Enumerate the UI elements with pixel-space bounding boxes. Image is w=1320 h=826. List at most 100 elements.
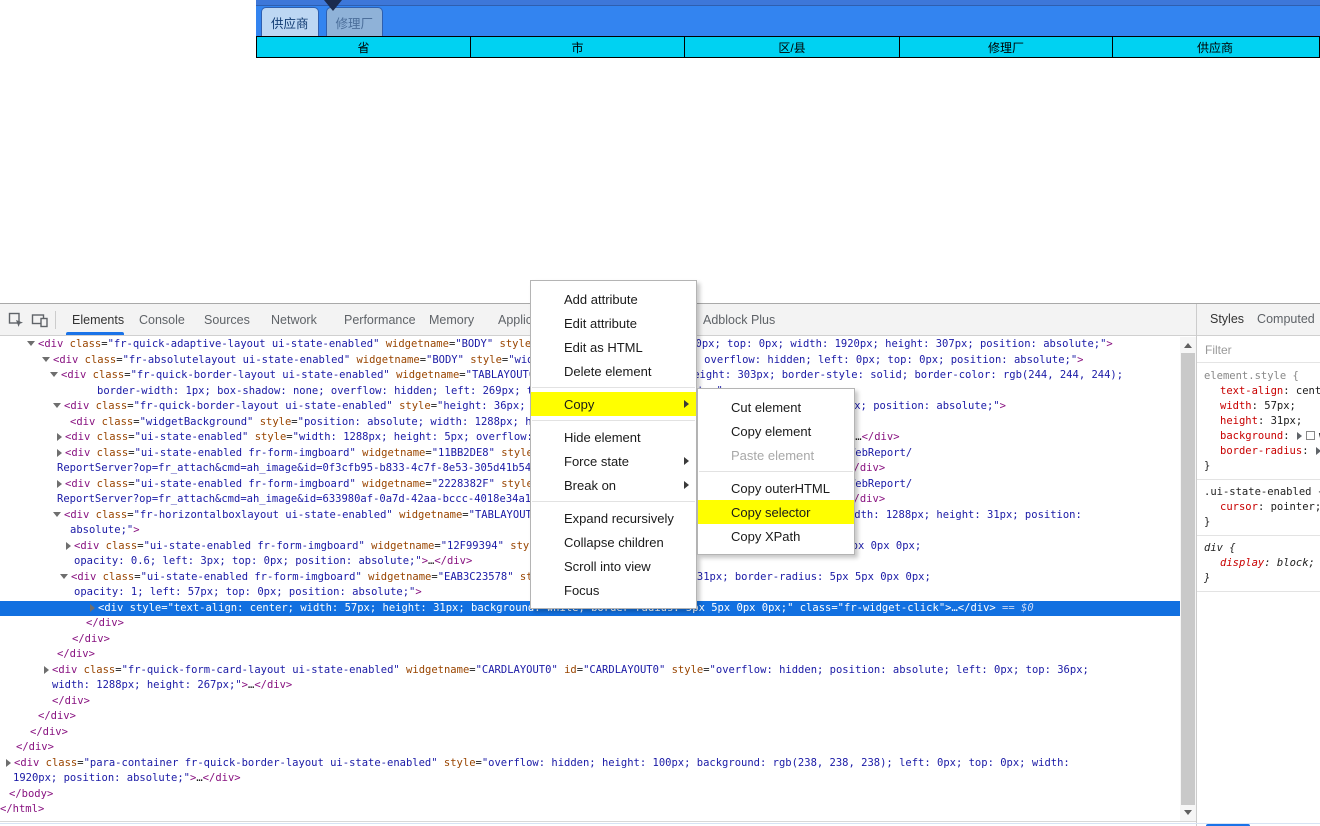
context-menu-item-force-state[interactable]: Force state xyxy=(531,449,696,473)
code-row[interactable]: <div class="fr-quick-form-card-layout ui… xyxy=(0,663,1180,679)
code-row[interactable]: </div> xyxy=(0,632,1180,648)
band-divider xyxy=(256,5,1320,6)
style-rule-close: } xyxy=(1204,460,1211,472)
pointer-marker-icon xyxy=(324,0,342,11)
scrollbar-thumb[interactable] xyxy=(1181,353,1195,805)
copy-submenu-item-copy-outerhtml[interactable]: Copy outerHTML xyxy=(698,476,854,500)
sidebar-tab-computed[interactable]: Computed xyxy=(1257,304,1315,335)
copy-submenu-item-copy-element[interactable]: Copy element xyxy=(698,419,854,443)
window-bottom-edge xyxy=(0,823,1320,824)
code-row[interactable]: 1920px; position: absolute;">…</div> xyxy=(0,771,1180,787)
table-header-row: 省市区/县 修理厂 供应商 xyxy=(256,36,1320,58)
collapse-arrow-icon[interactable] xyxy=(53,403,61,408)
submenu-arrow-icon xyxy=(684,481,689,489)
style-property[interactable]: cursor: pointer; xyxy=(1204,500,1320,515)
expand-shorthand-icon[interactable] xyxy=(1296,432,1302,440)
context-menu-item-edit-attribute[interactable]: Edit attribute xyxy=(531,311,696,335)
collapse-arrow-icon[interactable] xyxy=(60,573,68,579)
page-tab-supplier[interactable]: 供应商 xyxy=(261,7,319,36)
table-header-cell: 供应商 xyxy=(1196,40,1233,55)
menu-separator xyxy=(532,501,695,502)
style-property[interactable]: width: 57px; xyxy=(1204,399,1320,414)
elements-bottom-border xyxy=(0,821,1196,822)
elements-scrollbar[interactable] xyxy=(1180,337,1196,821)
style-rule-selector: div { xyxy=(1204,542,1236,554)
devtools-tab-network[interactable]: Network xyxy=(271,304,317,335)
collapse-arrow-icon[interactable] xyxy=(50,372,58,377)
scroll-up-icon[interactable] xyxy=(1184,343,1192,348)
styles-filter-input[interactable]: Filter xyxy=(1197,337,1320,363)
sidebar-tab-styles[interactable]: Styles xyxy=(1210,304,1244,335)
collapse-arrow-icon[interactable] xyxy=(53,511,61,517)
code-row[interactable]: </div> xyxy=(0,616,1180,632)
code-row[interactable]: </div> xyxy=(0,740,1180,756)
submenu-arrow-icon xyxy=(684,457,689,465)
style-property[interactable]: border-radius: 5px 5px 0px 0px; xyxy=(1204,444,1320,459)
selected-node-marker: == $0 xyxy=(995,601,1034,614)
table-header-cell: 省 xyxy=(257,37,471,57)
context-menu-item-expand-recursively[interactable]: Expand recursively xyxy=(531,506,696,530)
page-tabs: 供应商 修理厂 xyxy=(261,7,384,36)
context-menu-item-focus[interactable]: Focus xyxy=(531,578,696,602)
copy-submenu-item-cut-element[interactable]: Cut element xyxy=(698,395,854,419)
menu-separator xyxy=(532,387,695,388)
context-menu-item-edit-as-html[interactable]: Edit as HTML xyxy=(531,335,696,359)
menu-separator xyxy=(699,471,853,472)
style-property[interactable]: text-align: center; xyxy=(1204,384,1320,399)
expand-arrow-icon[interactable] xyxy=(66,541,71,550)
devtools-tab-console[interactable]: Console xyxy=(139,304,185,335)
table-header-cell: 市 xyxy=(471,37,685,57)
styles-sidebar: Styles Computed Filter element.style {tex… xyxy=(1196,304,1320,826)
active-tab-underline xyxy=(66,332,124,335)
style-rule-close: } xyxy=(1204,572,1211,584)
code-row[interactable]: </html> xyxy=(0,802,1180,818)
expand-arrow-icon[interactable] xyxy=(90,603,95,612)
devtools-tab-sources[interactable]: Sources xyxy=(204,304,250,335)
code-row[interactable]: </div> xyxy=(0,694,1180,710)
code-row[interactable]: width: 1288px; height: 267px;">…</div> xyxy=(0,678,1180,694)
page-content: 供应商 修理厂 省市区/县 修理厂 供应商 xyxy=(0,0,1320,303)
context-menu-item-hide-element[interactable]: Hide element xyxy=(531,425,696,449)
context-menu-item-copy[interactable]: Copy xyxy=(531,392,696,416)
copy-submenu-item-copy-xpath[interactable]: Copy XPath xyxy=(698,524,854,548)
style-property[interactable]: display: block; xyxy=(1204,556,1320,571)
code-row[interactable]: </div> xyxy=(0,709,1180,725)
expand-arrow-icon[interactable] xyxy=(57,433,62,441)
expand-arrow-icon[interactable] xyxy=(57,479,62,488)
screen: { "page": { "tabs": [ {"label": "供应商", "… xyxy=(0,0,1320,826)
expand-arrow-icon[interactable] xyxy=(44,665,49,674)
code-row[interactable]: <div class="para-container fr-quick-bord… xyxy=(0,756,1180,772)
context-menu-item-delete-element[interactable]: Delete element xyxy=(531,359,696,383)
context-menu: Add attribute Edit attribute Edit as HTML D… xyxy=(530,280,697,609)
code-row[interactable]: </div> xyxy=(0,725,1180,741)
code-row[interactable]: </body> xyxy=(0,787,1180,803)
styles-sections: element.style {text-align: center;width:… xyxy=(1197,364,1320,826)
copy-submenu-item-paste-element: Paste element xyxy=(731,447,815,463)
expand-shorthand-icon[interactable] xyxy=(1315,447,1320,455)
expand-arrow-icon[interactable] xyxy=(57,448,62,457)
style-rule: element.style {text-align: center;width:… xyxy=(1197,364,1320,480)
devtools-tab-adblock-plus[interactable]: Adblock Plus xyxy=(703,304,775,335)
context-menu-item-add-attribute[interactable]: Add attribute xyxy=(531,287,696,311)
collapse-arrow-icon[interactable] xyxy=(27,341,35,346)
copy-submenu-item-copy-selector[interactable]: Copy selector xyxy=(698,500,854,524)
style-rule-close: } xyxy=(1204,516,1211,528)
style-property[interactable]: background: white; xyxy=(1204,429,1320,444)
page-tab-repair-shop[interactable]: 修理厂 xyxy=(325,7,384,36)
devtools-tab-memory[interactable]: Memory xyxy=(429,304,474,335)
report-tab-band: 供应商 修理厂 xyxy=(256,0,1320,36)
table-header-cell: 修理厂 xyxy=(900,37,1113,57)
context-menu-item-break-on[interactable]: Break on xyxy=(531,473,696,497)
scroll-down-icon[interactable] xyxy=(1184,810,1192,815)
style-property[interactable]: height: 31px; xyxy=(1204,414,1320,429)
collapse-arrow-icon[interactable] xyxy=(42,356,50,362)
code-row[interactable]: </div> xyxy=(0,647,1180,663)
devtools-tab-performance[interactable]: Performance xyxy=(344,304,416,335)
copy-submenu: Cut element Copy element Paste element Copy… xyxy=(697,388,855,555)
context-menu-item-scroll-into-view[interactable]: Scroll into view xyxy=(531,554,696,578)
devtools-tab-elements[interactable]: Elements xyxy=(72,304,124,335)
expand-arrow-icon[interactable] xyxy=(6,758,11,767)
color-swatch[interactable] xyxy=(1305,431,1315,440)
menu-separator xyxy=(532,420,695,421)
context-menu-item-collapse-children[interactable]: Collapse children xyxy=(531,530,696,554)
